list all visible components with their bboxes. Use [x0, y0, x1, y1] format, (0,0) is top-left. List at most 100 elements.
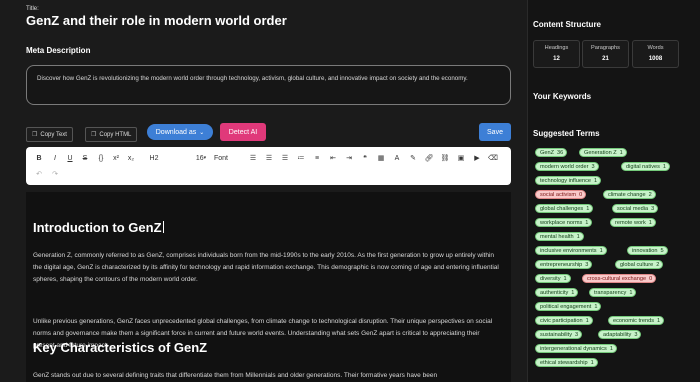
suggested-term-chip[interactable]: innovation 5: [627, 246, 668, 255]
your-keywords-title: Your Keywords: [533, 92, 592, 101]
indent-icon[interactable]: ⇥: [344, 152, 354, 164]
strikethrough-icon[interactable]: S: [80, 152, 90, 164]
suggested-term-chip[interactable]: cross-cultural exchange 0: [582, 274, 657, 283]
suggested-term-chip[interactable]: mental health 1: [535, 232, 584, 241]
stat-label: Paragraphs: [591, 45, 620, 51]
download-as-button[interactable]: Download as ⌄: [147, 124, 213, 140]
term-count: 1: [585, 219, 589, 226]
suggested-term-chip[interactable]: global challenges 1: [535, 204, 594, 213]
term-label: digital natives: [626, 163, 660, 170]
term-count: 3: [651, 205, 655, 212]
term-count: 1: [662, 163, 667, 170]
term-label: climate change: [608, 191, 646, 198]
suggested-term-chip[interactable]: social activism 0: [535, 190, 587, 199]
suggested-term-chip[interactable]: GenZ 36: [535, 148, 568, 157]
term-label: inclusive environments: [540, 247, 597, 254]
term-label: adaptability: [603, 331, 632, 338]
term-label: mental health: [540, 233, 574, 240]
detect-ai-button[interactable]: Detect AI: [220, 123, 266, 141]
term-count: 1: [619, 149, 623, 156]
quote-icon[interactable]: ❝: [360, 152, 370, 164]
text-color-icon[interactable]: A: [392, 152, 402, 164]
table-icon[interactable]: ▦: [376, 152, 386, 164]
subscript-icon[interactable]: x₂: [126, 152, 136, 164]
suggested-term-chip[interactable]: civic participation 1: [535, 316, 593, 325]
suggested-term-chip[interactable]: entrepreneurship 3: [535, 260, 593, 269]
suggested-term-chip[interactable]: economic trends 1: [608, 316, 665, 325]
text-cursor: [162, 221, 164, 233]
page-title[interactable]: GenZ and their role in modern world orde…: [26, 13, 287, 28]
term-label: Generation Z: [584, 149, 617, 156]
suggested-term-chip[interactable]: sustainability 3: [535, 330, 583, 339]
term-count: 1: [657, 317, 661, 324]
link-icon[interactable]: 🔗︎: [424, 152, 434, 164]
heading-intro: Introduction to GenZ: [33, 220, 164, 235]
font-select[interactable]: Font: [214, 152, 244, 164]
suggested-term-chip[interactable]: inclusive environments 1: [535, 246, 607, 255]
paragraph: GenZ stands out due to several defining …: [33, 372, 438, 379]
suggested-term-chip[interactable]: digital natives 1: [621, 162, 671, 171]
suggested-term-chip[interactable]: climate change 2: [603, 190, 656, 199]
outdent-icon[interactable]: ⇤: [328, 152, 338, 164]
bold-icon[interactable]: B: [34, 152, 44, 164]
code-icon[interactable]: {}: [95, 152, 107, 164]
redo-icon[interactable]: ↷: [50, 168, 60, 180]
term-label: ethical stewardship: [540, 359, 588, 366]
bullet-list-icon[interactable]: ≔: [296, 152, 306, 164]
suggested-term-chip[interactable]: diversity 1: [535, 274, 571, 283]
term-count: 5: [660, 247, 664, 254]
superscript-icon[interactable]: x²: [111, 152, 121, 164]
heading-value: H2: [149, 154, 159, 162]
align-center-icon[interactable]: ☰: [264, 152, 274, 164]
align-left-icon[interactable]: ☰: [248, 152, 258, 164]
suggested-term-chip[interactable]: social media 3: [612, 204, 659, 213]
font-size-select[interactable]: 16 ▾: [194, 152, 208, 164]
save-button[interactable]: Save: [479, 123, 511, 141]
heading-select[interactable]: H2: [142, 152, 166, 164]
stat-value: 12: [553, 56, 560, 62]
align-right-icon[interactable]: ☰: [280, 152, 290, 164]
numbered-list-icon[interactable]: ≡: [312, 152, 322, 164]
video-icon[interactable]: ▶: [472, 152, 482, 164]
undo-icon[interactable]: ↶: [34, 168, 44, 180]
term-label: economic trends: [613, 317, 655, 324]
clear-format-icon[interactable]: ⌫: [488, 152, 498, 164]
term-label: cross-cultural exchange: [587, 275, 647, 282]
editor-content[interactable]: Introduction to GenZ Generation Z, commo…: [26, 192, 511, 382]
unlink-icon[interactable]: ⛓︎: [440, 152, 450, 164]
suggested-term-chip[interactable]: transparency 1: [589, 288, 637, 297]
term-count: 1: [576, 233, 580, 240]
stat-value: 21: [602, 56, 609, 62]
term-label: remote work: [615, 219, 646, 226]
suggested-term-chip[interactable]: adaptability 3: [598, 330, 642, 339]
suggested-term-chip[interactable]: remote work 1: [610, 218, 656, 227]
image-icon[interactable]: ▣: [456, 152, 466, 164]
suggested-term-chip[interactable]: political engagement 1: [535, 302, 602, 311]
paragraph: Generation Z, commonly referred to as Ge…: [33, 252, 499, 284]
underline-icon[interactable]: U: [65, 152, 75, 164]
term-count: 36: [557, 149, 564, 156]
highlighter-icon[interactable]: ✎: [408, 152, 418, 164]
term-count: 1: [609, 345, 613, 352]
suggested-term-chip[interactable]: modern world order 3: [535, 162, 599, 171]
term-label: social activism: [540, 191, 577, 198]
stat-paragraphs: Paragraphs 21: [582, 40, 629, 68]
term-count: 1: [599, 247, 603, 254]
copy-icon: ❐: [91, 132, 97, 138]
suggested-term-chip[interactable]: authenticity 1: [535, 288, 579, 297]
term-label: innovation: [632, 247, 658, 254]
editor-toolbar: B I U S {} x² x₂ H2 16 ▾ Font ☰ ☰ ☰ ≔ ≡ ⇤…: [26, 147, 511, 185]
editor-panel: Title: GenZ and their role in modern wor…: [0, 0, 527, 382]
italic-icon[interactable]: I: [50, 152, 60, 164]
term-count: 3: [591, 163, 595, 170]
suggested-term-chip[interactable]: intergenerational dynamics 1: [535, 344, 617, 353]
suggested-term-chip[interactable]: technology influence 1: [535, 176, 602, 185]
meta-description-field[interactable]: Discover how GenZ is revolutionizing the…: [26, 65, 511, 105]
copy-html-button[interactable]: ❐ Copy HTML: [85, 127, 138, 142]
suggested-term-chip[interactable]: ethical stewardship 1: [535, 358, 598, 367]
term-count: 1: [590, 359, 594, 366]
suggested-term-chip[interactable]: workplace norms 1: [535, 218, 593, 227]
suggested-term-chip[interactable]: global culture 2: [615, 260, 664, 269]
suggested-term-chip[interactable]: Generation Z1: [579, 148, 627, 157]
copy-text-button[interactable]: ❐ Copy Text: [26, 127, 73, 142]
